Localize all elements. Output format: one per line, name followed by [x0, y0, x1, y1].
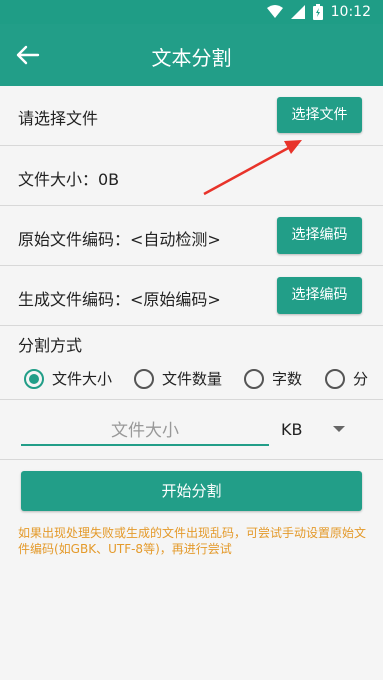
output-encoding-label: 生成文件编码：<原始编码> — [18, 290, 221, 309]
signal-icon — [291, 5, 305, 19]
radio-unchecked-icon — [134, 368, 154, 389]
file-size-input[interactable]: 文件大小 — [21, 410, 269, 446]
app-bar: 文本分割 — [0, 24, 383, 86]
source-encoding-row: 原始文件编码：<自动检测> 选择编码 — [0, 206, 383, 266]
battery-icon — [313, 4, 323, 20]
split-mode-radio-group: 文件大小 文件数量 字数 分 — [20, 364, 383, 394]
select-file-button[interactable]: 选择文件 — [277, 97, 362, 133]
select-file-row: 请选择文件 选择文件 — [0, 86, 383, 146]
radio-label: 字数 — [272, 370, 303, 388]
radio-label: 分 — [353, 370, 369, 388]
radio-partial-option[interactable]: 分 — [325, 368, 368, 389]
radio-file-size[interactable]: 文件大小 — [24, 368, 112, 389]
start-split-button[interactable]: 开始分割 — [21, 471, 362, 511]
file-size-row: 文件大小：0B — [0, 146, 383, 206]
file-size-label: 文件大小：0B — [18, 170, 120, 189]
radio-unchecked-icon — [244, 368, 264, 389]
select-output-encoding-button[interactable]: 选择编码 — [277, 277, 362, 314]
radio-label: 文件数量 — [162, 370, 223, 388]
unit-select[interactable]: KB — [281, 420, 302, 439]
select-source-encoding-button[interactable]: 选择编码 — [277, 217, 362, 254]
radio-file-count[interactable]: 文件数量 — [134, 368, 222, 389]
radio-word-count[interactable]: 字数 — [244, 368, 302, 389]
divider — [0, 459, 383, 460]
select-file-label: 请选择文件 — [18, 109, 99, 128]
output-encoding-row: 生成文件编码：<原始编码> 选择编码 — [0, 266, 383, 326]
wifi-icon — [267, 5, 283, 18]
status-bar: 10:12 — [0, 0, 383, 24]
page-title: 文本分割 — [151, 46, 232, 70]
radio-unchecked-icon — [325, 368, 345, 389]
radio-checked-icon — [24, 368, 44, 389]
radio-label: 文件大小 — [52, 370, 113, 388]
divider — [0, 399, 383, 400]
help-note: 如果出现处理失败或生成的文件出现乱码，可尝试手动设置原始文件编码(如GBK、UT… — [18, 526, 367, 556]
status-time: 10:12 — [330, 4, 371, 20]
source-encoding-label: 原始文件编码：<自动检测> — [18, 230, 221, 249]
chevron-down-icon[interactable] — [333, 426, 345, 432]
split-mode-title: 分割方式 — [18, 336, 83, 355]
status-icons — [267, 4, 323, 20]
